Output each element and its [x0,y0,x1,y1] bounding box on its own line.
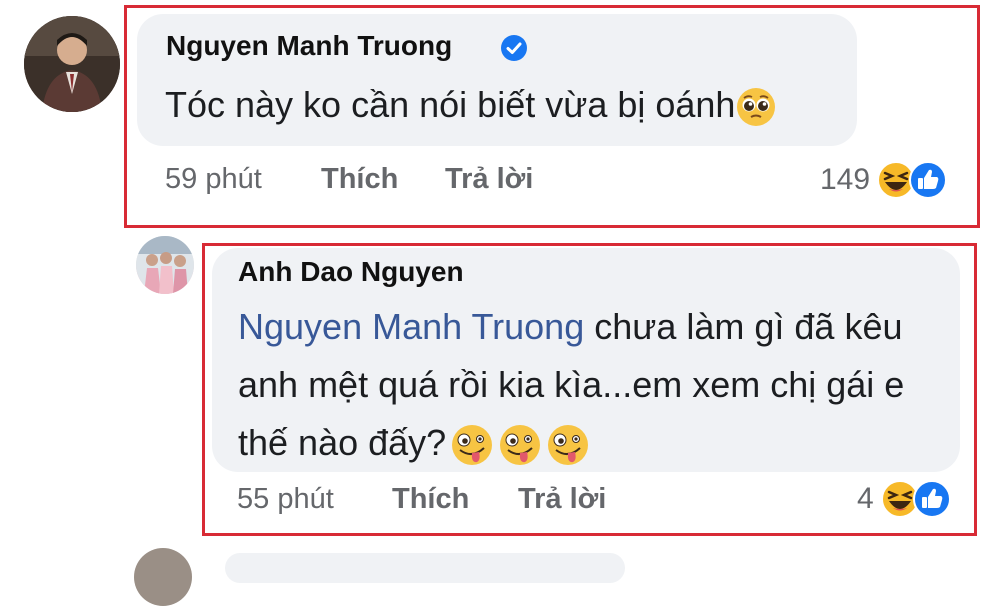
avatar[interactable] [134,548,192,606]
like-reaction-icon [912,480,951,518]
reaction-count: 4 [857,482,874,515]
reply-button[interactable]: Trả lời [445,163,533,196]
reaction-summary[interactable]: 4 [857,479,952,519]
comment-text: Nguyen Manh Truong chưa làm gì đã kêu an… [238,298,948,472]
comment-bubble [225,553,625,583]
reaction-count: 149 [820,163,871,196]
comment-meta: 55 phút Thích Trả lời [237,483,606,516]
comment-author[interactable]: Anh Dao Nguyen [238,256,464,288]
reply-button[interactable]: Trả lời [518,483,606,516]
like-reaction-icon [909,161,948,199]
like-button[interactable]: Thích [321,163,398,196]
comment-author[interactable]: Nguyen Manh Truong [166,30,452,62]
mention-link[interactable]: Nguyen Manh Truong [238,306,584,347]
comment-time[interactable]: 55 phút [237,483,334,515]
avatar[interactable] [136,236,194,294]
zany-face-emoji-icon [500,425,541,466]
like-button[interactable]: Thích [392,483,469,516]
reaction-summary[interactable]: 149 [820,160,948,200]
zany-face-emoji-icon [548,425,589,466]
comment-time[interactable]: 59 phút [165,163,262,195]
pleading-face-emoji-icon [737,88,776,127]
verified-badge-icon [501,35,527,61]
zany-face-emoji-icon [452,425,493,466]
comment-meta: 59 phút Thích Trả lời [165,163,533,196]
avatar[interactable] [24,16,120,112]
comment-text: Tóc này ko cần nói biết vừa bị oánh [165,84,777,128]
